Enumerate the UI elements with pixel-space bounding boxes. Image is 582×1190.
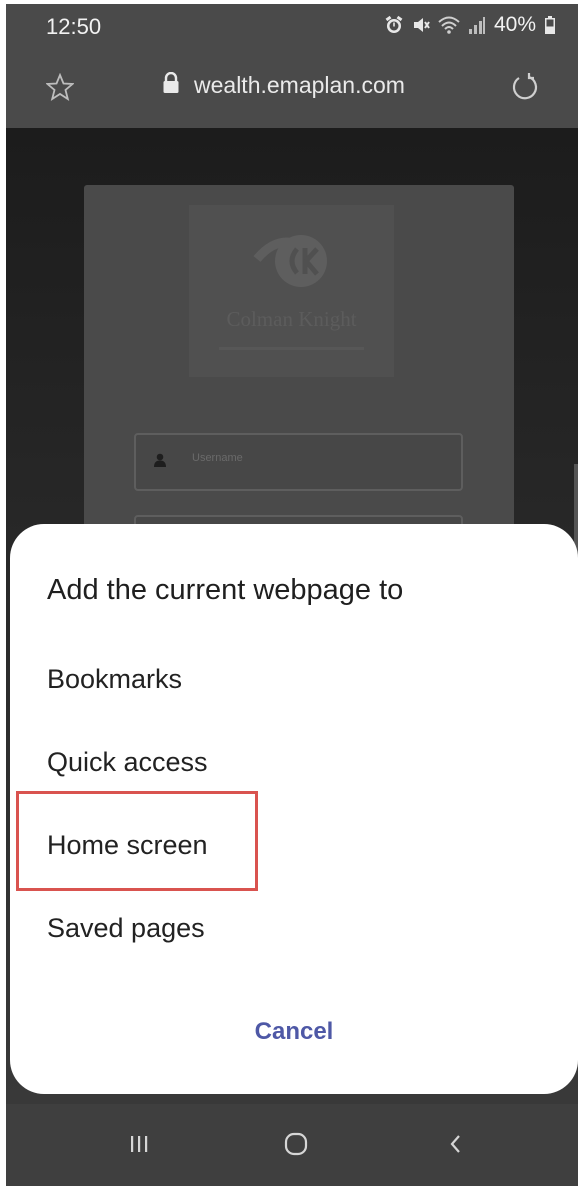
browser-url-bar: wealth.emaplan.com <box>6 48 578 128</box>
lock-icon <box>162 71 180 99</box>
url-text: wealth.emaplan.com <box>194 72 405 98</box>
username-field[interactable]: Username <box>134 433 463 491</box>
logo-tagline <box>219 347 364 350</box>
reload-icon[interactable] <box>510 72 540 102</box>
battery-level: 40% <box>493 13 536 36</box>
alarm-icon <box>384 15 404 35</box>
option-saved-pages[interactable]: Saved pages <box>47 913 205 944</box>
username-placeholder: Username <box>192 452 243 464</box>
signal-icon <box>468 15 486 35</box>
cancel-button[interactable]: Cancel <box>10 1018 578 1046</box>
option-quick-access[interactable]: Quick access <box>47 747 208 778</box>
sheet-title: Add the current webpage to <box>47 574 404 606</box>
battery-icon <box>544 15 556 35</box>
status-icons: 40% <box>384 13 556 37</box>
navigation-bar <box>6 1104 578 1186</box>
phone-screen: 12:50 40% wealth.emaplan.com Colman Knig… <box>6 4 578 1186</box>
user-icon <box>154 453 166 472</box>
address-field[interactable]: wealth.emaplan.com <box>162 71 405 99</box>
recents-icon[interactable] <box>119 1124 159 1164</box>
logo-mark-icon <box>251 225 333 300</box>
logo: Colman Knight <box>189 205 394 377</box>
add-to-sheet: Add the current webpage to Bookmarks Qui… <box>10 524 578 1094</box>
status-bar: 12:50 40% <box>6 4 578 48</box>
logo-name: Colman Knight <box>226 307 357 331</box>
highlight-annotation <box>16 791 258 891</box>
mute-icon <box>412 15 430 35</box>
star-icon[interactable] <box>45 72 75 101</box>
status-time: 12:50 <box>46 14 102 39</box>
home-icon[interactable] <box>276 1124 316 1164</box>
back-icon[interactable] <box>436 1124 476 1164</box>
wifi-icon <box>438 15 460 35</box>
option-bookmarks[interactable]: Bookmarks <box>47 664 182 695</box>
